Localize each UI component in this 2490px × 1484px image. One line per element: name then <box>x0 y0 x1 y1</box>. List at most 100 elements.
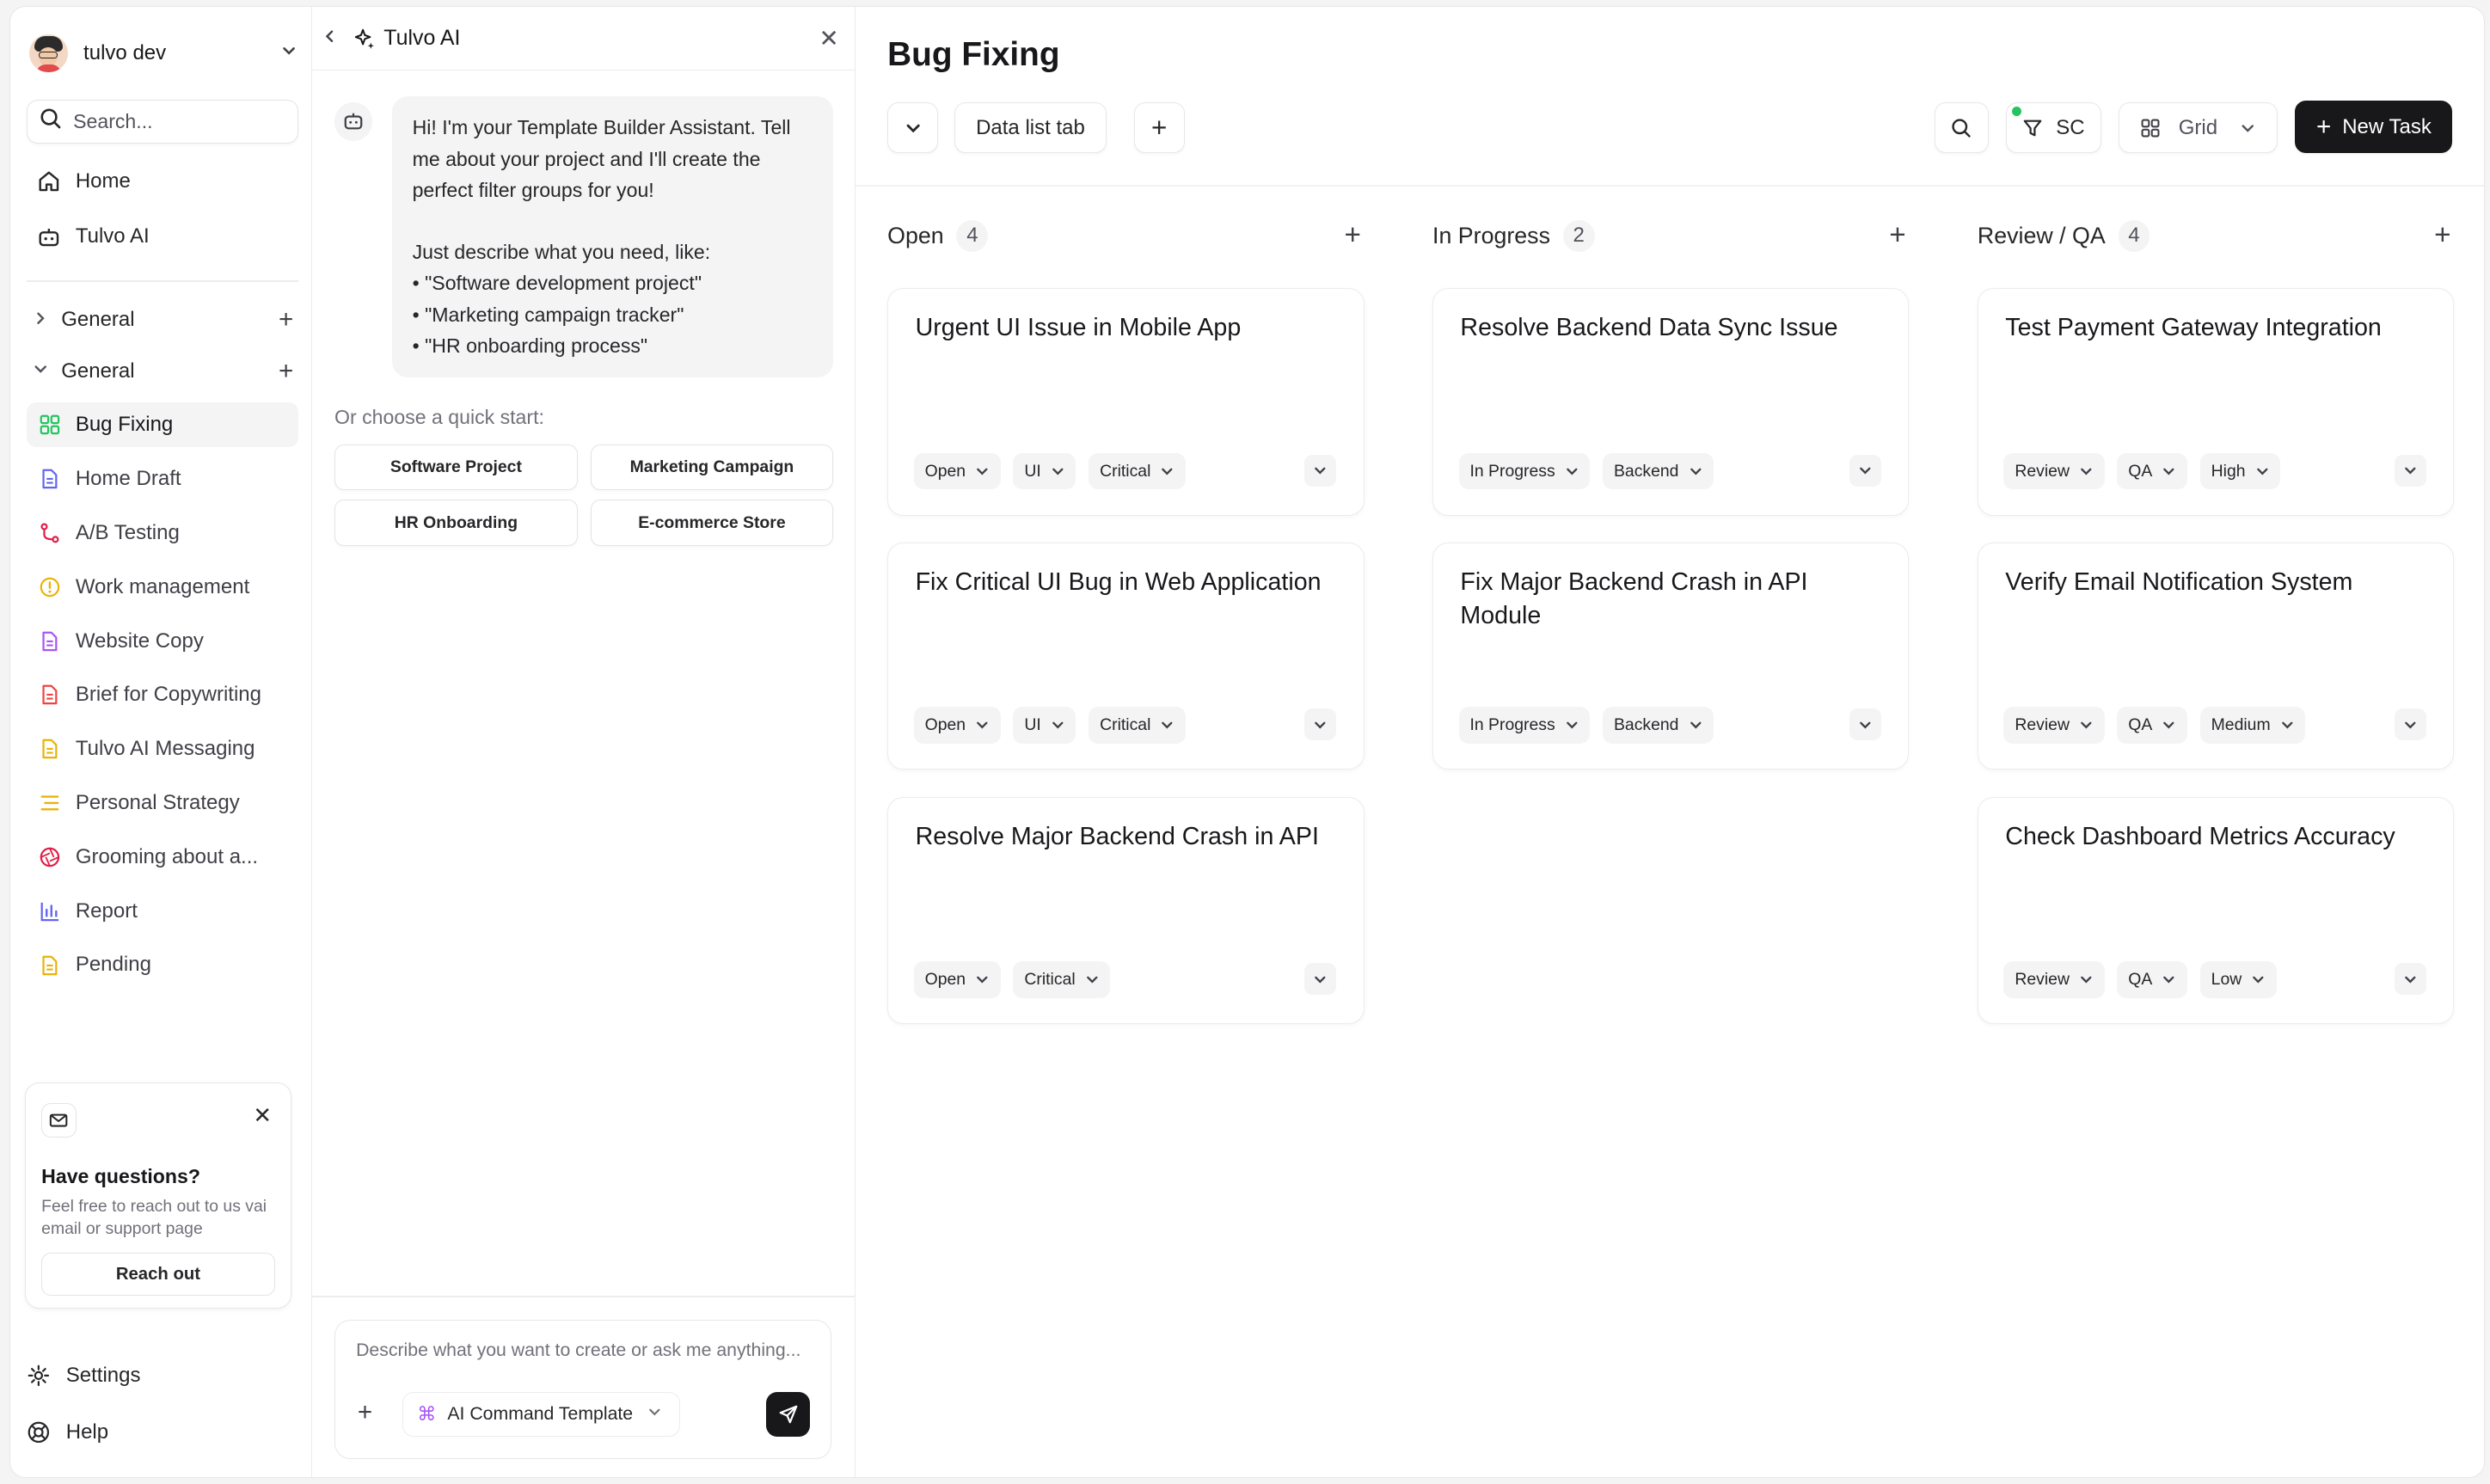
quick-start-marketing-campaign[interactable]: Marketing Campaign <box>590 444 834 491</box>
task-card[interactable]: Verify Email Notification System Review QA… <box>1977 543 2455 770</box>
expand-card-button[interactable] <box>2394 454 2426 487</box>
page-item-label: A/B Testing <box>75 520 180 544</box>
chevron-down-icon <box>1858 456 1873 485</box>
search-button[interactable] <box>1934 102 1989 154</box>
tag-dropdown[interactable]: Backend <box>1603 707 1714 744</box>
grid-icon <box>39 414 61 436</box>
task-card[interactable]: Urgent UI Issue in Mobile App Open UI Criti… <box>887 288 1365 516</box>
tag-dropdown[interactable]: Critical <box>1013 961 1111 998</box>
chevron-down-icon <box>1160 464 1174 479</box>
expand-card-button[interactable] <box>1304 962 1337 995</box>
profile-switcher[interactable]: tulvo dev <box>27 7 299 99</box>
page-item-bug-fixing[interactable]: Bug Fixing <box>26 402 299 448</box>
add-tab-button[interactable]: + <box>1133 102 1185 154</box>
view-selector[interactable]: Grid <box>2119 102 2278 154</box>
column-title: Open <box>887 222 944 248</box>
tag-dropdown[interactable]: UI <box>1013 452 1076 490</box>
tag-dropdown[interactable]: Open <box>913 961 1001 998</box>
tag-dropdown[interactable]: Low <box>2199 961 2277 998</box>
task-card[interactable]: Resolve Backend Data Sync Issue In Progre… <box>1432 288 1910 516</box>
task-title: Urgent UI Issue in Mobile App <box>915 314 1242 342</box>
quick-start-software-project[interactable]: Software Project <box>334 444 578 491</box>
page-item-report[interactable]: Report <box>27 889 299 934</box>
nav-item-tulvo-ai[interactable]: Tulvo AI <box>27 212 299 261</box>
close-icon[interactable]: ✕ <box>819 24 839 52</box>
tag-dropdown[interactable]: Review <box>2003 961 2105 998</box>
task-card[interactable]: Test Payment Gateway Integration Review QA… <box>1977 288 2455 516</box>
add-card-button[interactable]: + <box>1344 219 1360 252</box>
expand-card-button[interactable] <box>1849 708 1881 741</box>
search-input[interactable] <box>73 109 280 133</box>
tag-dropdown[interactable]: Review <box>2003 707 2105 744</box>
help-card-title: Have questions? <box>41 1164 200 1187</box>
page-item-tulvo-ai-messaging[interactable]: Tulvo AI Messaging <box>27 727 299 771</box>
expand-card-button[interactable] <box>2394 708 2426 741</box>
tag-dropdown[interactable]: Medium <box>2199 707 2306 744</box>
tag-dropdown[interactable]: Critical <box>1089 452 1187 490</box>
tag-label: QA <box>2128 969 2153 989</box>
task-card[interactable]: Fix Major Backend Crash in API Module In … <box>1432 543 1910 770</box>
task-card[interactable]: Check Dashboard Metrics Accuracy Review QA… <box>1977 796 2455 1025</box>
tag-dropdown[interactable]: Backend <box>1603 452 1714 490</box>
tag-dropdown[interactable]: Review <box>2003 452 2105 490</box>
add-card-button[interactable]: + <box>1889 219 1905 252</box>
add-page-button[interactable]: + <box>273 305 299 334</box>
tag-dropdown[interactable]: High <box>2199 452 2281 490</box>
alert-circle-icon <box>39 576 61 598</box>
tag-dropdown[interactable]: Open <box>913 452 1001 490</box>
expand-card-button[interactable] <box>2394 962 2426 995</box>
add-page-button[interactable]: + <box>273 357 299 386</box>
chevron-down-icon <box>975 718 990 733</box>
chevron-down-icon <box>1160 718 1174 733</box>
quick-start-hr-onboarding[interactable]: HR Onboarding <box>334 500 578 546</box>
page-item-work-management[interactable]: Work management <box>27 565 299 610</box>
tag-dropdown[interactable]: UI <box>1013 707 1076 744</box>
task-card[interactable]: Fix Critical UI Bug in Web Application Op… <box>887 543 1365 770</box>
tag-dropdown[interactable]: QA <box>2117 961 2187 998</box>
page-item-label: Grooming about a... <box>75 844 259 868</box>
tag-dropdown[interactable]: In Progress <box>1458 452 1591 490</box>
tab-data-list[interactable]: Data list tab <box>954 102 1107 154</box>
help-card-text: Feel free to reach out to us vai email o… <box>41 1196 267 1238</box>
group-general-expanded[interactable]: General + <box>27 349 299 394</box>
chat-input[interactable] <box>356 1340 817 1371</box>
quick-start-ecommerce-store[interactable]: E-commerce Store <box>590 500 834 546</box>
template-selector[interactable]: ⌘ AI Command Template <box>402 1391 680 1437</box>
page-item-home-draft[interactable]: Home Draft <box>27 457 299 501</box>
tag-dropdown[interactable]: Critical <box>1089 707 1187 744</box>
page-item-personal-strategy[interactable]: Personal Strategy <box>27 781 299 825</box>
document-icon <box>39 630 61 653</box>
add-card-button[interactable]: + <box>2434 219 2450 252</box>
tag-dropdown[interactable]: QA <box>2117 707 2187 744</box>
expand-card-button[interactable] <box>1304 454 1337 487</box>
page-item-grooming[interactable]: Grooming about a... <box>27 835 299 880</box>
tab-menu-button[interactable] <box>887 102 939 154</box>
tag-label: In Progress <box>1469 461 1555 481</box>
filter-button[interactable]: SC <box>2006 102 2102 154</box>
group-general-collapsed[interactable]: General + <box>27 298 299 343</box>
column-count-badge: 4 <box>2118 220 2150 252</box>
help-button[interactable]: Help <box>27 1413 297 1451</box>
avatar <box>29 34 68 73</box>
reach-out-button[interactable]: Reach out <box>41 1253 275 1297</box>
new-task-button[interactable]: + New Task <box>2295 101 2453 154</box>
expand-card-button[interactable] <box>1849 454 1881 487</box>
page-item-brief-for-copywriting[interactable]: Brief for Copywriting <box>27 673 299 718</box>
search-box[interactable] <box>26 99 299 144</box>
tag-dropdown[interactable]: Open <box>913 707 1001 744</box>
view-label: Grid <box>2178 115 2218 139</box>
close-icon[interactable]: ✕ <box>253 1103 272 1129</box>
tag-dropdown[interactable]: In Progress <box>1458 707 1591 744</box>
tag-dropdown[interactable]: QA <box>2117 452 2187 490</box>
chevron-left-icon[interactable] <box>322 28 344 50</box>
page-item-ab-testing[interactable]: A/B Testing <box>27 511 299 555</box>
send-button[interactable] <box>765 1391 811 1437</box>
attach-button[interactable]: + <box>358 1398 372 1427</box>
task-card[interactable]: Resolve Major Backend Crash in API Open Cr… <box>887 796 1365 1025</box>
nav-item-home[interactable]: Home <box>27 156 299 205</box>
grid-icon <box>2141 119 2160 138</box>
settings-button[interactable]: Settings <box>27 1356 297 1394</box>
expand-card-button[interactable] <box>1304 708 1337 741</box>
page-item-website-copy[interactable]: Website Copy <box>27 619 299 664</box>
page-item-pending[interactable]: Pending <box>27 943 299 988</box>
